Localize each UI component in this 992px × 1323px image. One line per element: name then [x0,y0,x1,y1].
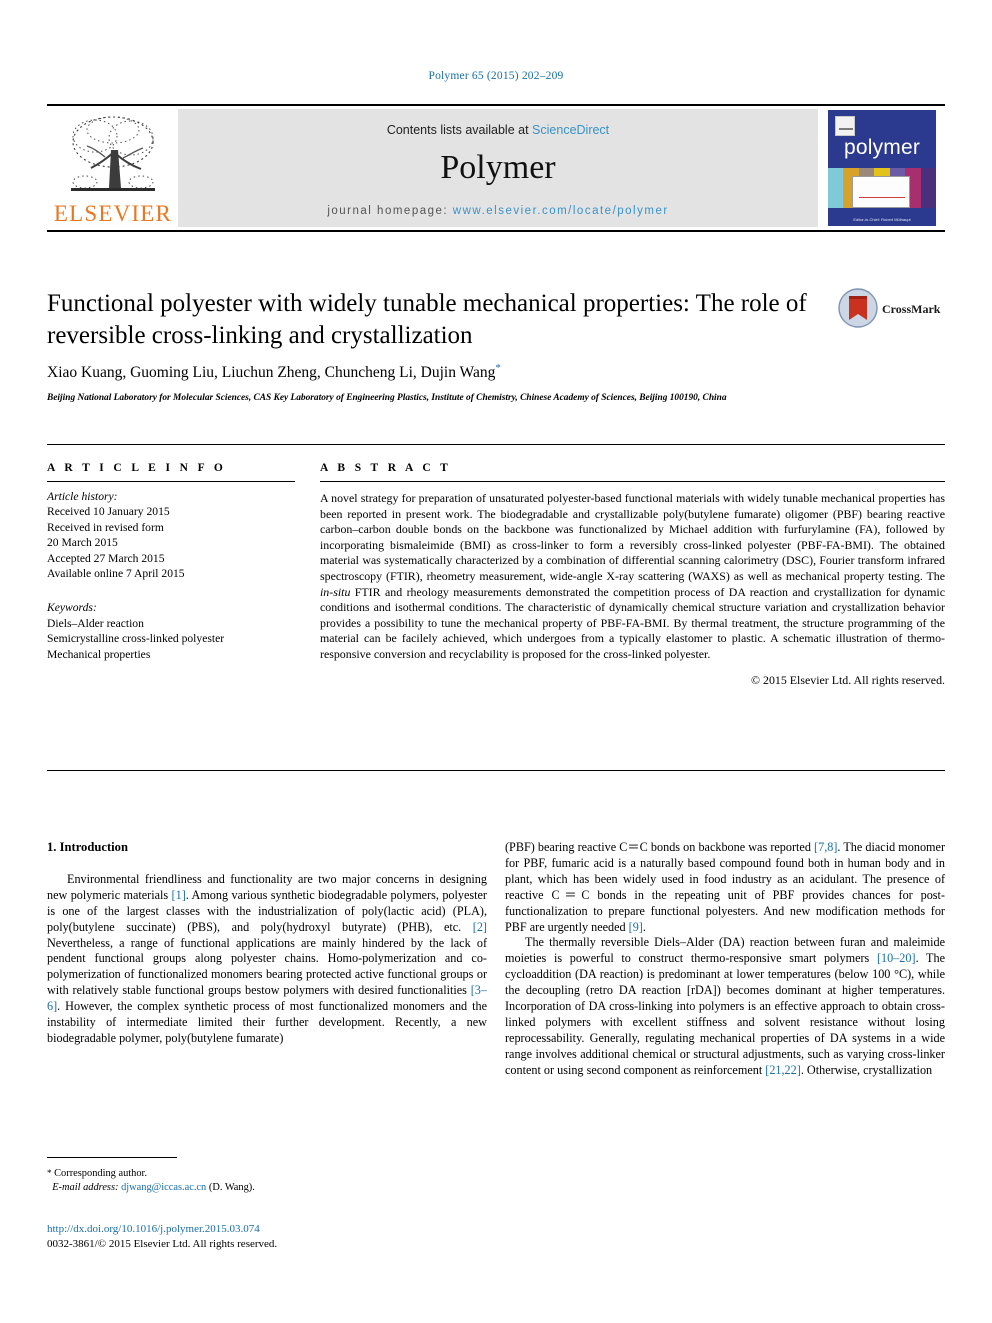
citation-ref[interactable]: [1] [172,888,186,902]
abstract-rule [320,481,945,482]
sciencedirect-link[interactable]: ScienceDirect [532,123,609,137]
email-link[interactable]: djwang@iccas.ac.cn [121,1182,206,1193]
section-title-introduction: 1. Introduction [47,840,128,854]
body-column-left: 1. Introduction Environmental friendline… [47,840,487,1047]
doi-link[interactable]: http://dx.doi.org/10.1016/j.polymer.2015… [47,1222,487,1237]
history-item: Received 10 January 2015 [47,505,170,519]
citation-ref[interactable]: [3–6] [47,983,487,1013]
crossmark-label: CrossMark [882,302,941,316]
keywords-block: Keywords: Diels–Alder reaction Semicryst… [47,600,295,662]
journal-homepage-line: journal homepage: www.elsevier.com/locat… [178,205,818,217]
history-item: Accepted 27 March 2015 [47,551,165,565]
elsevier-wordmark: ELSEVIER [53,201,173,226]
homepage-prefix: journal homepage: [327,205,449,217]
article-info-rule [47,481,295,482]
citation-ref[interactable]: [10–20] [877,951,916,965]
corresponding-author-line: * Corresponding author. [47,1167,487,1181]
contents-available-line: Contents lists available at ScienceDirec… [178,123,818,137]
journal-article-page: Polymer 65 (2015) 202–209 ELSEVIER Conte… [0,0,992,1323]
running-head: Polymer 65 (2015) 202–209 [428,70,564,82]
article-info-heading: A R T I C L E I N F O [47,462,227,474]
journal-title: Polymer [440,149,556,186]
corresponding-author-marker: * [495,362,501,374]
author-list: Xiao Kuang, Guoming Liu, Liuchun Zheng, … [47,362,847,382]
cover-art: polymer Editor-in-Chief: Robert Mülhaupt [828,110,936,226]
homepage-url-link[interactable]: www.elsevier.com/locate/polymer [453,205,669,217]
journal-masthead: ELSEVIER Contents lists available at Sci… [47,104,945,232]
keyword-item: Semicrystalline cross-linked polyester [47,632,225,646]
abstract-column: A B S T R A C T A novel strategy for pre… [320,462,945,688]
keywords-label: Keywords: [47,601,97,615]
body-paragraph: (PBF) bearing reactive C＝C bonds on back… [505,840,945,934]
author-names: Xiao Kuang, Guoming Liu, Liuchun Zheng, … [47,364,496,382]
info-zone-top-rule [47,444,945,445]
footnote-star: * [47,1168,52,1178]
elsevier-logo: ELSEVIER [47,106,177,230]
crossmark-badge[interactable]: CrossMark [838,288,940,334]
history-item: 20 March 2015 [47,536,118,550]
elsevier-tree-icon [71,116,155,191]
cover-inset-figure [852,176,910,208]
body-paragraph: Environmental friendliness and functiona… [47,871,487,1045]
doi-block: http://dx.doi.org/10.1016/j.polymer.2015… [47,1222,487,1252]
email-line: E-mail address: djwang@iccas.ac.cn (D. W… [47,1181,487,1195]
crossmark-icon [838,288,878,328]
article-history-block: Article history: Received 10 January 201… [47,489,295,581]
footnote-rule [47,1157,177,1158]
contents-prefix: Contents lists available at [386,123,529,137]
abstract-text: A novel strategy for preparation of unsa… [320,491,945,661]
cover-journal-title: polymer [843,136,921,159]
corresponding-author-label: Corresponding author. [54,1168,148,1179]
email-label: E-mail address: [52,1181,119,1193]
info-zone-bottom-rule [47,770,945,771]
cover-publisher-logo-icon [835,116,855,136]
citation-ref[interactable]: [7,8] [814,840,837,854]
citation-ref[interactable]: [21,22] [765,1063,801,1077]
body-paragraph: The thermally reversible Diels–Alder (DA… [505,935,945,1077]
keyword-item: Mechanical properties [47,647,151,661]
citation-ref[interactable]: [2] [473,920,487,934]
history-item: Available online 7 April 2015 [47,567,185,581]
keyword-item: Diels–Alder reaction [47,616,144,630]
cover-footer-text: Editor-in-Chief: Robert Mülhaupt [853,217,911,222]
journal-cover-thumbnail: polymer Editor-in-Chief: Robert Mülhaupt [819,107,945,229]
journal-band: Contents lists available at ScienceDirec… [178,109,818,227]
corresponding-author-footnote: * Corresponding author. E-mail address: … [47,1157,487,1195]
body-column-right: (PBF) bearing reactive C＝C bonds on back… [505,840,945,1079]
article-info-column: A R T I C L E I N F O Article history: R… [47,462,295,662]
abstract-copyright: © 2015 Elsevier Ltd. All rights reserved… [751,672,945,687]
citation-ref[interactable]: [9] [629,920,643,934]
abstract-heading: A B S T R A C T [320,462,452,474]
article-history-label: Article history: [47,490,118,503]
affiliation: Beijing National Laboratory for Molecula… [47,393,727,403]
history-item: Received in revised form [47,520,164,534]
page-title: Functional polyester with widely tunable… [47,290,807,349]
issn-copyright-line: 0032-3861/© 2015 Elsevier Ltd. All right… [47,1238,278,1250]
email-suffix: (D. Wang). [208,1181,255,1193]
